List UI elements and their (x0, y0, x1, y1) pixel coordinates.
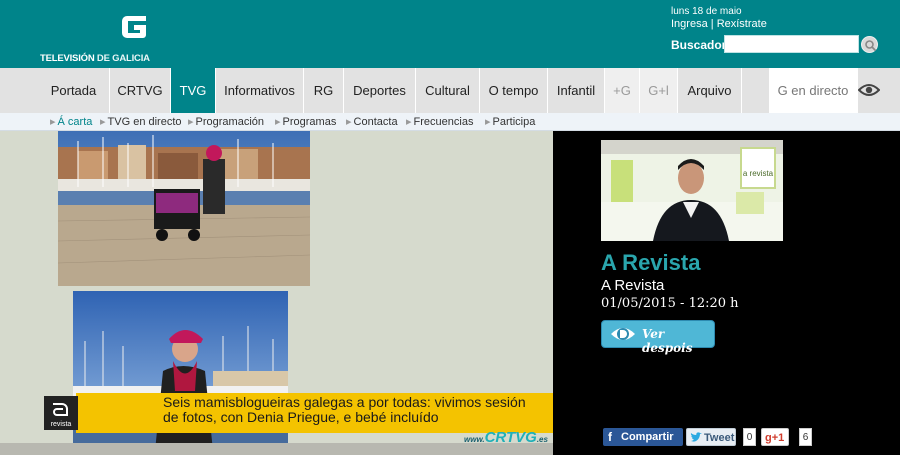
subnav-programacion[interactable]: ▸ Programación (188, 115, 264, 128)
nav-cultural[interactable]: Cultural (416, 68, 480, 113)
video-bottom-strip (0, 443, 553, 455)
ver-despois-label: Ver despois (642, 327, 693, 355)
nav-g-en-directo[interactable]: G en directo (769, 68, 858, 113)
program-subtitle: A Revista (601, 277, 665, 294)
watch-later-icon (611, 328, 635, 340)
search-icon (865, 40, 877, 52)
tweet-button[interactable]: Tweet (686, 428, 736, 446)
twitter-icon (690, 432, 702, 442)
caret-icon: ▸ (100, 116, 106, 128)
nav-portada[interactable]: Portada (38, 68, 110, 113)
subnav-participa[interactable]: ▸ Participa (485, 115, 535, 128)
main-nav: Portada CRTVG TVG Informativos RG Deport… (0, 68, 900, 113)
search-input[interactable] (724, 35, 859, 53)
auth-separator: | (707, 18, 717, 30)
subnav-a-carta[interactable]: ▸ Á carta (50, 115, 92, 128)
subnav-programas[interactable]: ▸ Programas (275, 115, 336, 128)
google-plus-button[interactable]: g+1 (761, 428, 789, 446)
nav-rg[interactable]: RG (304, 68, 344, 113)
program-datetime: 01/05/2015 - 12:20 h (601, 296, 739, 311)
gplus-count: 6 (799, 428, 812, 446)
site-header: TELEVISIÓN DE GALICIA luns 18 de maio In… (0, 0, 900, 68)
search-button[interactable] (861, 36, 878, 53)
nav-o-tempo[interactable]: O tempo (480, 68, 548, 113)
caret-icon: ▸ (275, 116, 281, 128)
tweet-count: 0 (743, 428, 756, 446)
nav-deportes[interactable]: Deportes (344, 68, 416, 113)
nav-arquivo[interactable]: Arquivo (678, 68, 742, 113)
eye-icon[interactable] (858, 81, 880, 99)
current-date: luns 18 de maio (671, 6, 742, 17)
caret-icon: ▸ (406, 116, 412, 128)
subnav-contacta[interactable]: ▸ Contacta (346, 115, 398, 128)
revista-logo-icon: revista (44, 396, 78, 430)
caret-icon: ▸ (346, 116, 352, 128)
nav-infantil[interactable]: Infantil (548, 68, 605, 113)
svg-text:a revista: a revista (743, 169, 774, 178)
nav-mais-g[interactable]: +G (605, 68, 640, 113)
nav-crtvg[interactable]: CRTVG (110, 68, 171, 113)
facebook-share-button[interactable]: f Compartir (603, 428, 683, 446)
caret-icon: ▸ (50, 116, 56, 128)
brand-text: TELEVISIÓN DE GALICIA (40, 53, 150, 64)
facebook-icon: f (608, 430, 612, 444)
login-link[interactable]: Ingresa (671, 18, 708, 30)
revista-logo: revista (44, 396, 78, 430)
caret-icon: ▸ (485, 116, 491, 128)
auth-links: Ingresa | Rexístrate (671, 18, 767, 30)
program-info-panel: a revista A Revista A Revista 01/05/2015… (553, 131, 900, 455)
svg-text:revista: revista (51, 421, 72, 428)
search-label: Buscador (671, 38, 727, 52)
subnav-frecuencias[interactable]: ▸ Frecuencias (406, 115, 473, 128)
nav-informativos[interactable]: Informativos (216, 68, 304, 113)
lower-third-text: Seis mamisblogueiras galegas a por todas… (163, 394, 526, 425)
register-link[interactable]: Rexístrate (717, 18, 767, 30)
nav-g-mais-l[interactable]: G+l (640, 68, 678, 113)
nav-tvg[interactable]: TVG (171, 68, 216, 113)
video-photo-harbour-stroller (58, 131, 310, 286)
ver-despois-button[interactable]: Ver despois (601, 320, 715, 355)
video-player[interactable]: revista Seis mamisblogueiras galegas a p… (0, 131, 553, 455)
program-thumbnail[interactable]: a revista (601, 140, 783, 241)
sub-nav: ▸ Á carta ▸ TVG en directo ▸ Programación ▸… (0, 113, 900, 131)
caret-icon: ▸ (188, 116, 194, 128)
program-title[interactable]: A Revista (601, 250, 700, 276)
subnav-tvg-en-directo[interactable]: ▸ TVG en directo (100, 115, 182, 128)
g-logo-icon (115, 7, 153, 45)
tvg-logo[interactable]: TELEVISIÓN DE GALICIA (40, 7, 155, 65)
